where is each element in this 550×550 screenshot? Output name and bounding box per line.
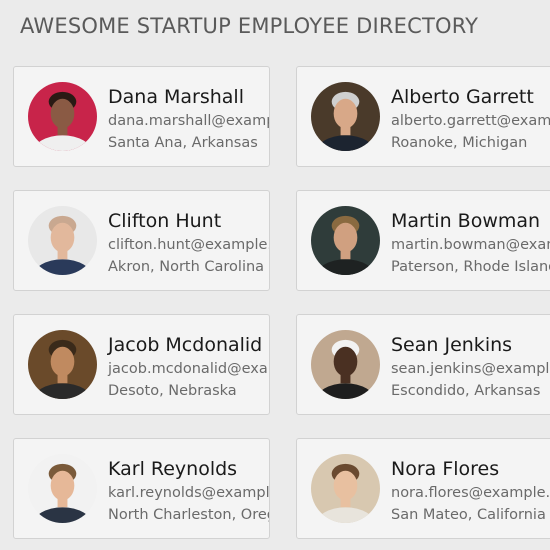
avatar-portrait [28,206,97,275]
employee-info: Sean Jenkins sean.jenkins@example.com Es… [391,333,550,401]
avatar-face [333,346,358,377]
avatar-face [50,98,75,129]
employee-email: nora.flores@example.com [391,485,550,501]
employee-location: Roanoke, Michigan [391,135,528,151]
avatar-face [333,98,358,129]
employee-location: Santa Ana, Arkansas [108,135,258,151]
employee-info: Clifton Hunt clifton.hunt@example.com Ak… [108,209,269,277]
employee-email: dana.marshall@example.com [108,113,269,129]
employee-avatar [28,206,97,275]
employee-name: Clifton Hunt [108,210,222,232]
employee-name: Alberto Garrett [391,86,534,108]
employee-avatar [311,82,380,151]
employee-email: martin.bowman@example.com [391,237,550,253]
employee-card[interactable]: Nora Flores nora.flores@example.com San … [296,438,550,539]
employee-email: karl.reynolds@example.com [108,485,270,501]
employee-info: Karl Reynolds karl.reynolds@example.com … [108,457,269,525]
employee-avatar [28,82,97,151]
employee-info: Dana Marshall dana.marshall@example.com … [108,85,269,153]
avatar-portrait [28,330,97,399]
employee-name: Martin Bowman [391,210,541,232]
employee-name: Sean Jenkins [391,334,513,356]
employee-card[interactable]: Dana Marshall dana.marshall@example.com … [13,66,270,167]
employee-card[interactable]: Jacob Mcdonalid jacob.mcdonalid@example.… [13,314,270,415]
avatar-face [50,470,75,501]
employee-email: jacob.mcdonalid@example.com [108,361,269,377]
employee-location: North Charleston, Oregon [108,507,269,523]
avatar-portrait [28,454,97,523]
employee-avatar [28,330,97,399]
employee-grid: Dana Marshall dana.marshall@example.com … [0,0,550,550]
avatar-face [50,222,75,253]
employee-card[interactable]: Clifton Hunt clifton.hunt@example.com Ak… [13,190,270,291]
employee-email: alberto.garrett@example.com [391,113,550,129]
employee-name: Dana Marshall [108,86,244,108]
employee-location: Akron, North Carolina [108,259,265,275]
employee-card[interactable]: Sean Jenkins sean.jenkins@example.com Es… [296,314,550,415]
employee-avatar [311,454,380,523]
avatar-portrait [311,454,380,523]
avatar-face [50,346,75,377]
employee-location: San Mateo, California [391,507,546,523]
avatar-face [333,470,358,501]
avatar-face [333,222,358,253]
employee-avatar [311,206,380,275]
employee-info: Alberto Garrett alberto.garrett@example.… [391,85,550,153]
employee-location: Paterson, Rhode Island [391,259,550,275]
employee-info: Nora Flores nora.flores@example.com San … [391,457,550,525]
avatar-portrait [28,82,97,151]
employee-avatar [28,454,97,523]
employee-info: Jacob Mcdonalid jacob.mcdonalid@example.… [108,333,269,401]
employee-card[interactable]: Martin Bowman martin.bowman@example.com … [296,190,550,291]
avatar-portrait [311,206,380,275]
employee-info: Martin Bowman martin.bowman@example.com … [391,209,550,277]
employee-location: Escondido, Arkansas [391,383,541,399]
employee-avatar [311,330,380,399]
employee-email: clifton.hunt@example.com [108,237,269,253]
employee-card[interactable]: Karl Reynolds karl.reynolds@example.com … [13,438,270,539]
employee-card[interactable]: Alberto Garrett alberto.garrett@example.… [296,66,550,167]
employee-location: Desoto, Nebraska [108,383,237,399]
employee-name: Jacob Mcdonalid [108,334,263,356]
employee-name: Karl Reynolds [108,458,238,480]
avatar-portrait [311,330,380,399]
employee-email: sean.jenkins@example.com [391,361,550,377]
avatar-portrait [311,82,380,151]
employee-name: Nora Flores [391,458,500,480]
